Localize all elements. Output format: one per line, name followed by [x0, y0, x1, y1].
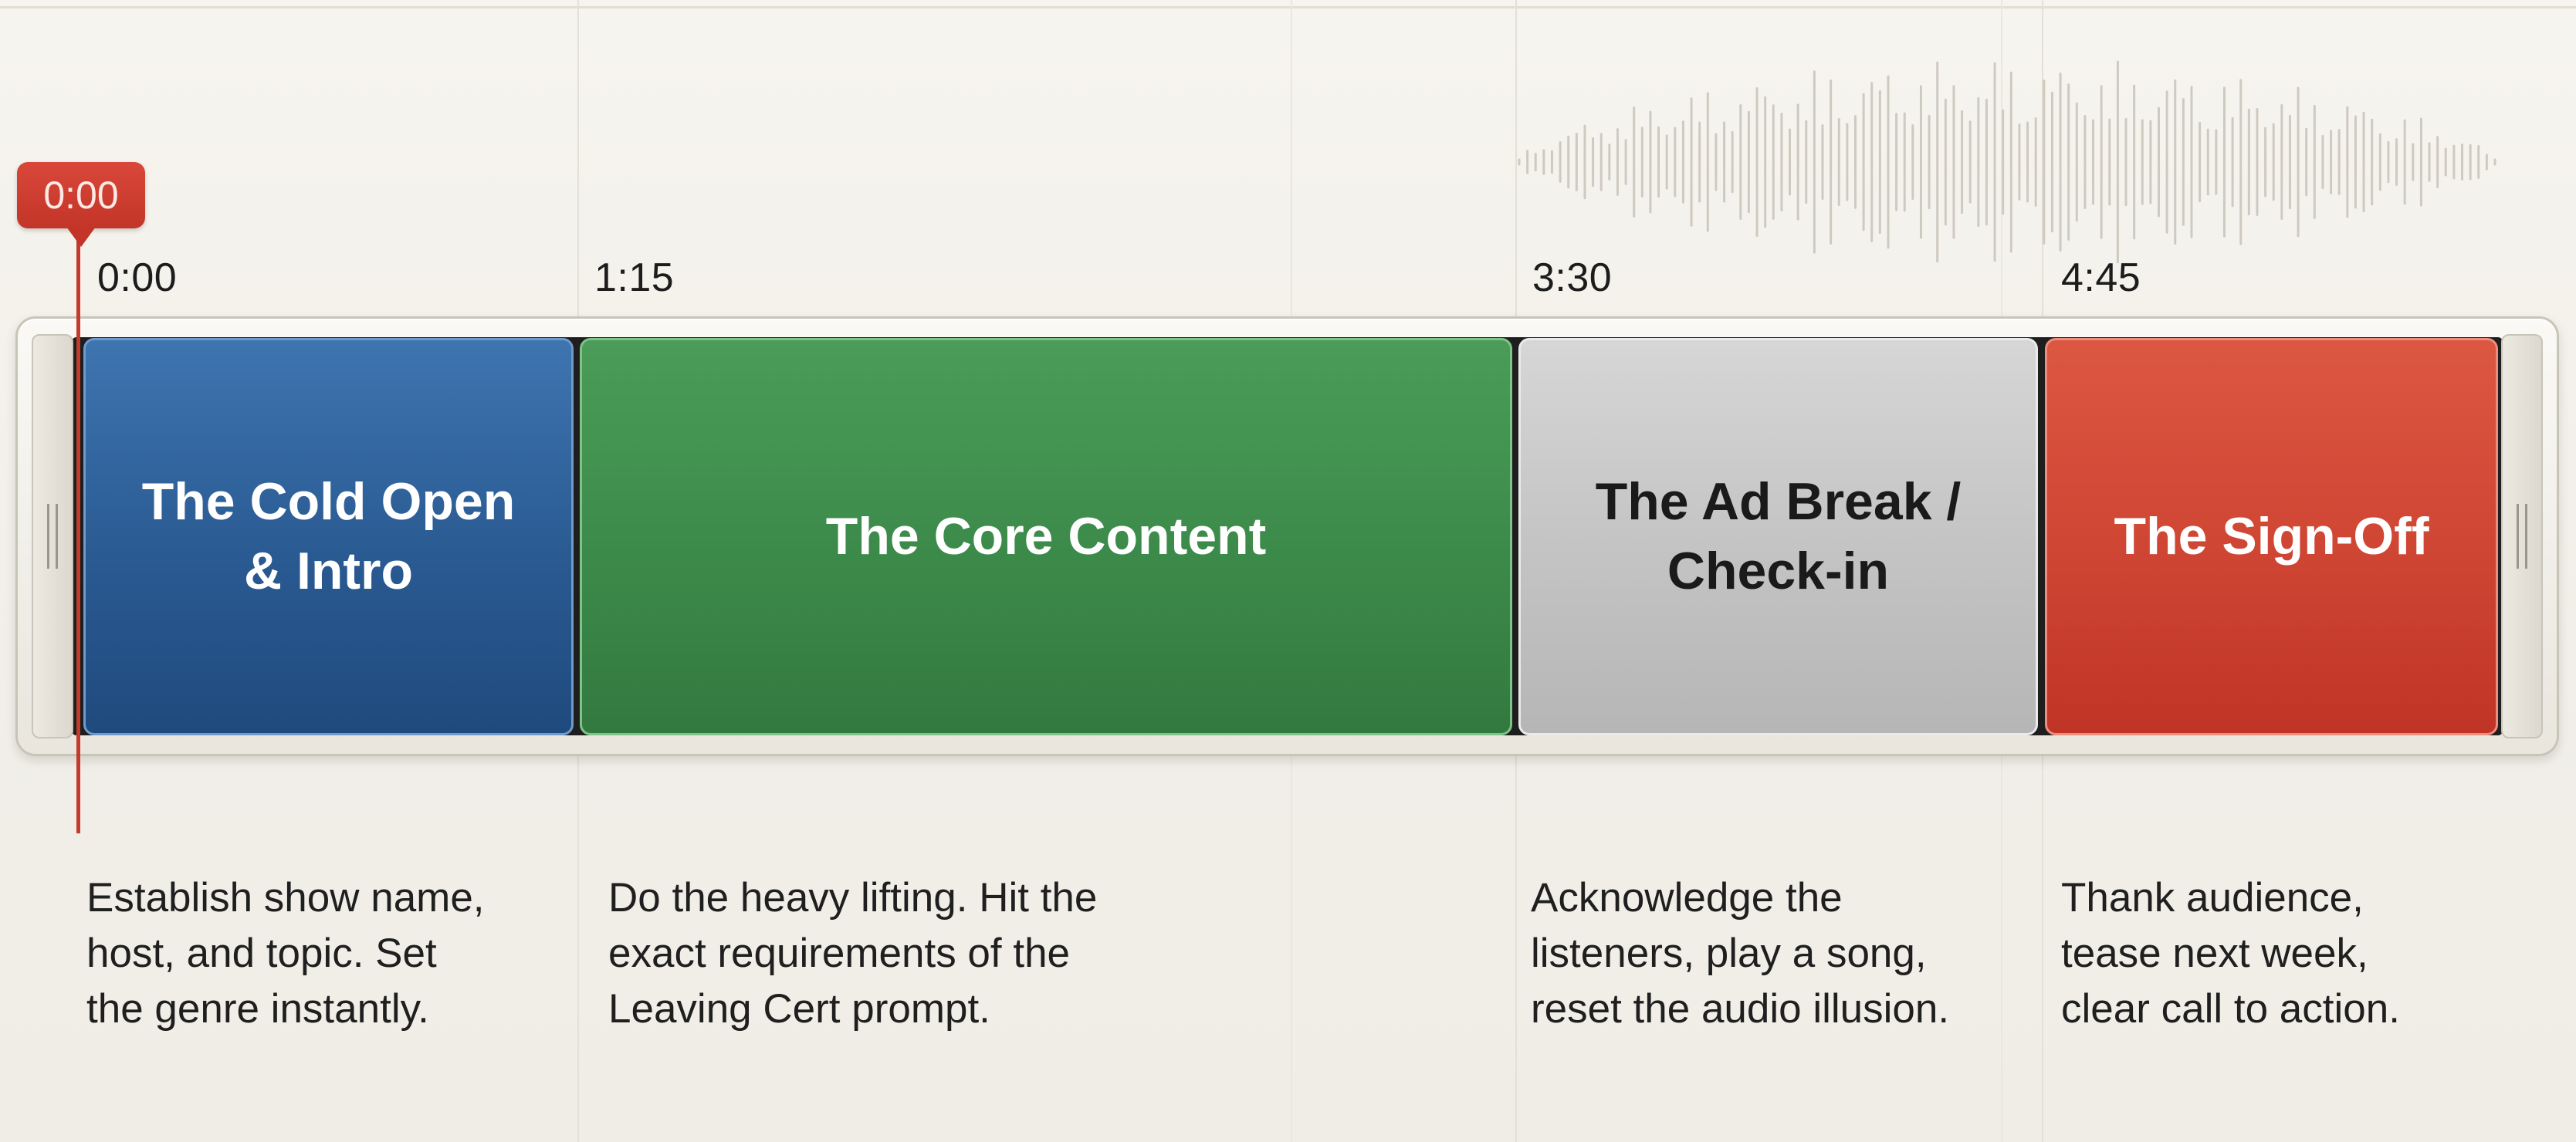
segment-title-line: The Cold Open: [141, 471, 516, 531]
grip-lines-icon: [2517, 504, 2527, 569]
description-line: Leaving Cert prompt.: [608, 986, 990, 1032]
segment-description-core-content: Do the heavy lifting. Hit the exact requ…: [608, 870, 1097, 1037]
description-line: Acknowledge the: [1531, 875, 1843, 921]
description-line: exact requirements of the: [608, 931, 1071, 976]
description-line: listeners, play a song,: [1531, 931, 1927, 976]
segment-ad-break[interactable]: The Ad Break / Check-in: [1518, 338, 2038, 735]
right-trim-handle[interactable]: [2501, 334, 2543, 738]
description-line: host, and topic. Set: [86, 931, 437, 976]
segment-description-ad-break: Acknowledge the listeners, play a song, …: [1531, 870, 1949, 1037]
segment-cold-open[interactable]: The Cold Open & Intro: [83, 338, 574, 735]
time-marker-3: 4:45: [2061, 255, 2141, 300]
left-trim-handle[interactable]: [32, 334, 73, 738]
grip-lines-icon: [47, 504, 58, 569]
segment-title: The Core Content: [803, 502, 1289, 572]
playhead-line[interactable]: [76, 193, 80, 833]
segment-title: The Sign-Off: [2091, 502, 2452, 572]
description-line: the genre instantly.: [86, 986, 429, 1032]
description-line: Establish show name,: [86, 875, 485, 921]
segment-sign-off[interactable]: The Sign-Off: [2045, 338, 2498, 735]
segment-title-line: The Sign-Off: [2114, 506, 2429, 566]
segment-title-line: Check-in: [1667, 541, 1890, 600]
description-line: Thank audience,: [2061, 875, 2364, 921]
segment-title-line: & Intro: [243, 541, 414, 600]
segment-description-cold-open: Establish show name, host, and topic. Se…: [86, 870, 485, 1037]
segment-title-line: The Ad Break /: [1595, 471, 1962, 531]
description-line: tease next week,: [2061, 931, 2368, 976]
time-marker-2: 3:30: [1532, 255, 1613, 300]
segment-title: The Ad Break / Check-in: [1572, 468, 1985, 606]
playhead-marker-icon[interactable]: 0:00: [17, 162, 145, 247]
segment-title: The Cold Open & Intro: [119, 468, 539, 606]
description-line: Do the heavy lifting. Hit the: [608, 875, 1098, 921]
segment-core-content[interactable]: The Core Content: [580, 338, 1512, 735]
time-marker-0: 0:00: [97, 255, 178, 300]
description-line: reset the audio illusion.: [1531, 986, 1950, 1032]
playhead-time: 0:00: [43, 174, 119, 217]
top-divider: [0, 6, 2576, 8]
segment-title-line: The Core Content: [825, 506, 1267, 566]
description-line: clear call to action.: [2061, 986, 2400, 1032]
time-marker-1: 1:15: [594, 255, 675, 300]
audio-waveform-icon: [1513, 46, 2501, 278]
segment-description-sign-off: Thank audience, tease next week, clear c…: [2061, 870, 2400, 1037]
